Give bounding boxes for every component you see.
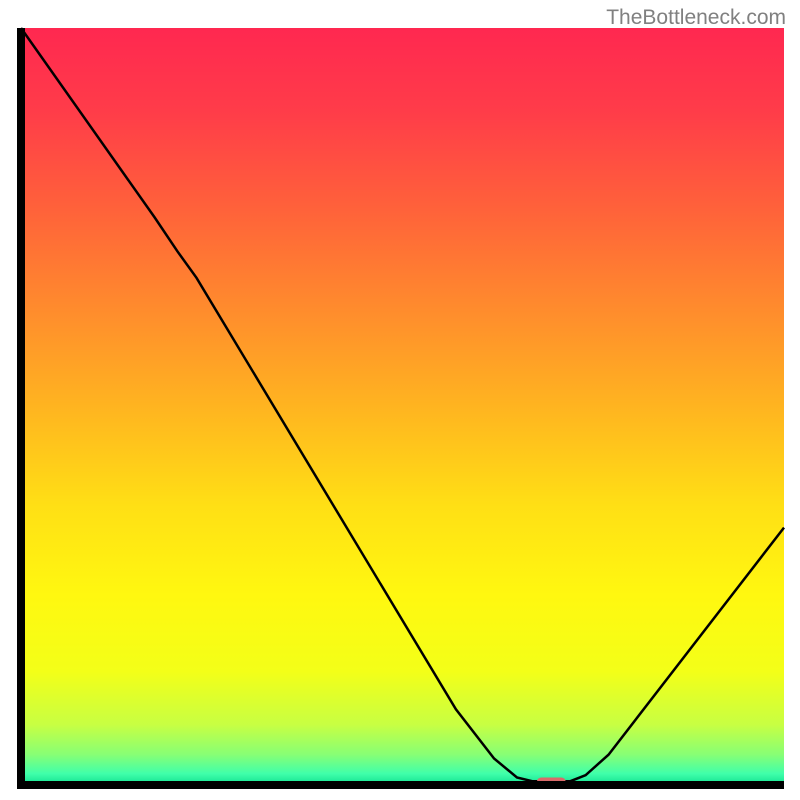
watermark-text: TheBottleneck.com: [606, 6, 786, 30]
bottleneck-chart: TheBottleneck.com: [0, 0, 800, 800]
gradient-background: [21, 28, 784, 785]
chart-plot-area: [0, 0, 800, 800]
